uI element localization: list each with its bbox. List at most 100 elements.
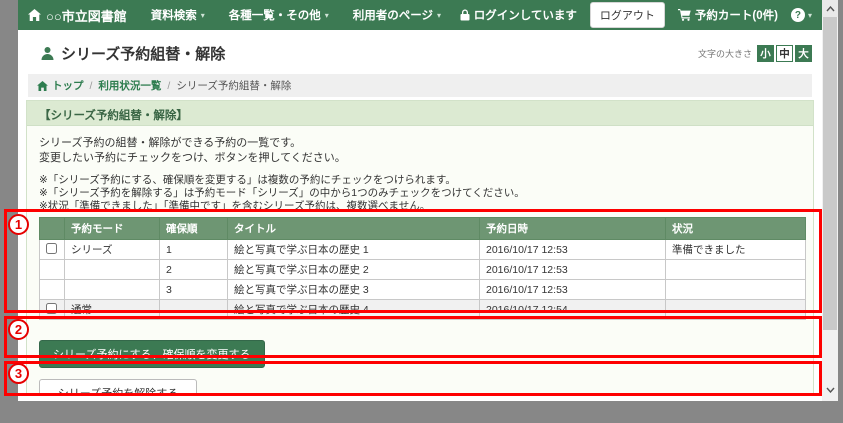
description-line: シリーズ予約の組替・解除ができる予約の一覧です。 <box>39 136 801 151</box>
breadcrumb-top-link[interactable]: トップ <box>37 78 84 93</box>
cart-icon <box>678 9 691 21</box>
navbar-left: ○○市立図書館 資料検索 ▾ 各種一覧・その他 ▾ 利用者のページ ▾ <box>28 6 441 25</box>
scrollbar-thumb[interactable] <box>823 17 837 330</box>
panel-heading: 【シリーズ予約組替・解除】 <box>27 101 813 126</box>
site-home-link[interactable]: ○○市立図書館 <box>28 6 127 25</box>
cell-datetime: 2016/10/17 12:53 <box>480 260 666 280</box>
nav-menu-label: 各種一覧・その他 <box>229 7 321 23</box>
cell-status: 準備できました <box>666 240 806 260</box>
font-size-medium-button[interactable]: 中 <box>776 45 793 62</box>
cell-checkbox <box>40 240 65 260</box>
home-icon <box>37 81 48 91</box>
cell-mode: 通常 <box>65 300 160 320</box>
page-title-label: シリーズ予約組替・解除 <box>61 43 225 64</box>
cell-datetime: 2016/10/17 12:54 <box>480 300 666 320</box>
person-icon <box>40 46 55 61</box>
cell-checkbox <box>40 280 65 300</box>
page-title: シリーズ予約組替・解除 <box>40 43 225 64</box>
header-mode: 予約モード <box>65 218 160 240</box>
table-row: 通常 絵と写真で学ぶ日本の歴史 42016/10/17 12:54 <box>40 300 806 320</box>
font-size-small-button[interactable]: 小 <box>757 45 774 62</box>
cell-title: 絵と写真で学ぶ日本の歴史 3 <box>228 280 480 300</box>
browser-page: ○○市立図書館 資料検索 ▾ 各種一覧・その他 ▾ 利用者のページ ▾ <box>18 0 822 401</box>
login-status-label: ログインしています <box>474 7 577 23</box>
chevron-down-icon: ▾ <box>325 11 329 20</box>
cell-status <box>666 260 806 280</box>
annotation-number-1: 1 <box>8 214 29 235</box>
breadcrumb: トップ / 利用状況一覧 / シリーズ予約組替・解除 <box>28 74 812 97</box>
cell-order <box>160 300 228 320</box>
lock-icon <box>460 9 470 21</box>
cart-label: 予約カート(0件) <box>695 7 778 23</box>
series-cancel-button[interactable]: シリーズ予約を解除する <box>39 379 197 396</box>
help-icon: ? <box>791 8 805 22</box>
cell-datetime: 2016/10/17 12:53 <box>480 280 666 300</box>
header-datetime: 予約日時 <box>480 218 666 240</box>
table-header-row: 予約モード 確保順 タイトル 予約日時 状況 <box>40 218 806 240</box>
reservation-table-body: シリーズ1絵と写真で学ぶ日本の歴史 12016/10/17 12:53準備できま… <box>40 240 806 320</box>
cell-status <box>666 280 806 300</box>
cell-status <box>666 300 806 320</box>
logout-button[interactable]: ログアウト <box>590 2 665 28</box>
reservation-cart-link[interactable]: 予約カート(0件) <box>678 7 778 23</box>
nav-menu-lists-other[interactable]: 各種一覧・その他 ▾ <box>229 7 329 23</box>
navbar-right: ログインしています ログアウト 予約カート(0件) ? ▾ <box>460 2 812 28</box>
note-line: ※状況「準備できました」「準備中です」を含むシリーズ予約は、複数選べません。 <box>39 200 801 213</box>
desktop-background: ○○市立図書館 資料検索 ▾ 各種一覧・その他 ▾ 利用者のページ ▾ <box>0 0 843 423</box>
top-navbar: ○○市立図書館 資料検索 ▾ 各種一覧・その他 ▾ 利用者のページ ▾ <box>18 0 822 30</box>
breadcrumb-separator: / <box>167 80 170 92</box>
table-row: シリーズ1絵と写真で学ぶ日本の歴史 12016/10/17 12:53準備できま… <box>40 240 806 260</box>
header-checkbox <box>40 218 65 240</box>
note-line: ※「シリーズ予約を解除する」は予約モード「シリーズ」の中から1つのみチェックをつ… <box>39 187 801 200</box>
cell-order: 3 <box>160 280 228 300</box>
breadcrumb-top-label: トップ <box>52 78 84 93</box>
title-row: シリーズ予約組替・解除 文字の大きさ 小 中 大 <box>28 38 812 68</box>
series-reservation-panel: 【シリーズ予約組替・解除】 シリーズ予約の組替・解除ができる予約の一覧です。 変… <box>26 100 814 396</box>
header-status: 状況 <box>666 218 806 240</box>
cell-checkbox <box>40 260 65 280</box>
note-line: ※「シリーズ予約にする、確保順を変更する」は複数の予約にチェックをつけられます。 <box>39 174 801 187</box>
notes: ※「シリーズ予約にする、確保順を変更する」は複数の予約にチェックをつけられます。… <box>39 174 801 213</box>
row-checkbox[interactable] <box>46 243 57 254</box>
breadcrumb-current: シリーズ予約組替・解除 <box>176 78 291 93</box>
nav-menu-material-search[interactable]: 資料検索 ▾ <box>151 7 205 23</box>
nav-menu-user-page[interactable]: 利用者のページ ▾ <box>353 7 441 23</box>
chevron-down-icon: ▾ <box>201 11 205 20</box>
reservation-table: 予約モード 確保順 タイトル 予約日時 状況 シリーズ1絵と写真で学ぶ日本の歴史… <box>39 217 806 320</box>
vertical-scrollbar[interactable] <box>822 0 838 401</box>
cell-order: 1 <box>160 240 228 260</box>
cell-title: 絵と写真で学ぶ日本の歴史 1 <box>228 240 480 260</box>
header-order: 確保順 <box>160 218 228 240</box>
breadcrumb-separator: / <box>90 80 93 92</box>
cell-mode: シリーズ <box>65 240 160 260</box>
cell-datetime: 2016/10/17 12:53 <box>480 240 666 260</box>
scroll-up-arrow[interactable] <box>822 0 838 17</box>
site-brand-label: ○○市立図書館 <box>46 6 127 25</box>
header-title: タイトル <box>228 218 480 240</box>
chevron-down-icon: ▾ <box>437 11 441 20</box>
login-status: ログインしています <box>460 7 577 23</box>
cell-mode <box>65 280 160 300</box>
cell-mode <box>65 260 160 280</box>
scroll-down-arrow[interactable] <box>822 381 838 399</box>
annotation-number-3: 3 <box>8 363 29 384</box>
help-menu[interactable]: ? ▾ <box>791 8 812 22</box>
font-size-controls: 文字の大きさ 小 中 大 <box>698 45 812 62</box>
cell-order: 2 <box>160 260 228 280</box>
table-row: 3絵と写真で学ぶ日本の歴史 32016/10/17 12:53 <box>40 280 806 300</box>
cell-title: 絵と写真で学ぶ日本の歴史 2 <box>228 260 480 280</box>
breadcrumb-usage-list-link[interactable]: 利用状況一覧 <box>98 78 161 93</box>
annotation-number-2: 2 <box>8 319 29 340</box>
row-checkbox[interactable] <box>46 303 57 314</box>
cell-checkbox <box>40 300 65 320</box>
cell-title: 絵と写真で学ぶ日本の歴史 4 <box>228 300 480 320</box>
nav-menu-label: 資料検索 <box>151 7 197 23</box>
nav-menu-label: 利用者のページ <box>353 7 433 23</box>
chevron-down-icon: ▾ <box>808 11 812 20</box>
font-size-label: 文字の大きさ <box>698 47 752 60</box>
panel-body: シリーズ予約の組替・解除ができる予約の一覧です。 変更したい予約にチェックをつけ… <box>27 126 813 396</box>
font-size-large-button[interactable]: 大 <box>795 45 812 62</box>
description-line: 変更したい予約にチェックをつけ、ボタンを押してください。 <box>39 151 801 166</box>
home-icon <box>28 9 41 21</box>
series-change-order-button[interactable]: シリーズ予約にする、確保順を変更する <box>39 340 265 368</box>
